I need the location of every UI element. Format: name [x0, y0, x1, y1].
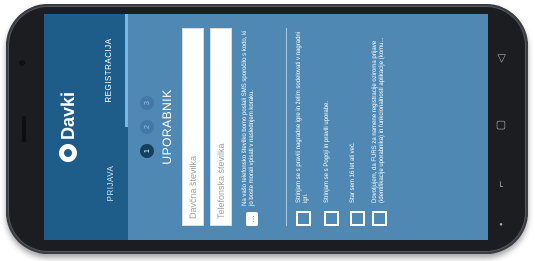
logo: Davki — [52, 14, 84, 240]
phone-screen: Davki PRIJAVA REGISTRACIJA 1 2 3 UPORABN… — [44, 14, 488, 240]
checkbox[interactable] — [324, 211, 339, 226]
message-icon: … — [246, 212, 258, 226]
checkbox[interactable] — [372, 211, 387, 226]
checkbox-row-consent[interactable]: Dovoljujem, da FURS za namene registraci… — [372, 28, 387, 226]
checkbox[interactable] — [296, 211, 311, 226]
davki-logo-icon — [59, 144, 77, 163]
back-icon[interactable]: ◁ — [495, 52, 508, 66]
checkbox-label: Dovoljujem, da FURS za namene registraci… — [372, 37, 386, 203]
tax-number-input[interactable]: Davčna številka — [182, 28, 204, 226]
page-title: UPORABNIK — [160, 89, 174, 165]
checkbox-row-rules[interactable]: Strinjam se s pravili nagradne igre in ž… — [296, 28, 311, 226]
step-1: 1 — [140, 144, 154, 158]
checkbox-row-terms[interactable]: Strinjam se s Pogoji in pravili uporabe. — [324, 28, 339, 226]
checkbox[interactable] — [350, 211, 365, 226]
phone-number-input[interactable]: Telefonska številka — [210, 28, 232, 226]
step-3: 3 — [140, 96, 154, 110]
recent-apps-icon[interactable]: ⌐ — [495, 177, 507, 191]
android-nav-bar: ◁ ▢ ⌐ ● — [488, 14, 514, 240]
nav-dot-icon: ● — [499, 222, 503, 228]
app-header: Davki PRIJAVA REGISTRACIJA — [44, 14, 128, 240]
checkbox-row-age[interactable]: Star sem 16 let ali več. — [350, 28, 365, 226]
checkbox-label: Strinjam se s pravili nagradne igre in ž… — [296, 31, 310, 203]
divider — [286, 28, 287, 226]
step-2: 2 — [140, 120, 154, 134]
step-indicator: 1 2 3 — [140, 14, 154, 240]
earpiece-speaker — [22, 116, 26, 142]
tab-registracija[interactable]: REGISTRACIJA — [92, 14, 128, 127]
logo-text: Davki — [57, 91, 78, 141]
tab-prijava[interactable]: PRIJAVA — [92, 127, 128, 240]
app-view: Davki PRIJAVA REGISTRACIJA 1 2 3 UPORABN… — [44, 14, 488, 240]
checkbox-label: Star sem 16 let ali več. — [350, 142, 356, 203]
home-icon[interactable]: ▢ — [494, 118, 508, 131]
sms-info: … Na vašo telefonsko številko bomo posla… — [242, 28, 258, 226]
checkbox-label: Strinjam se s Pogoji in pravili uporabe. — [324, 100, 330, 203]
front-camera — [19, 60, 25, 66]
registration-form: 1 2 3 UPORABNIK Davčna številka Telefons… — [128, 14, 488, 240]
sms-info-text: Na vašo telefonsko številko bomo poslali… — [242, 30, 256, 206]
tab-bar: PRIJAVA REGISTRACIJA — [92, 14, 128, 240]
